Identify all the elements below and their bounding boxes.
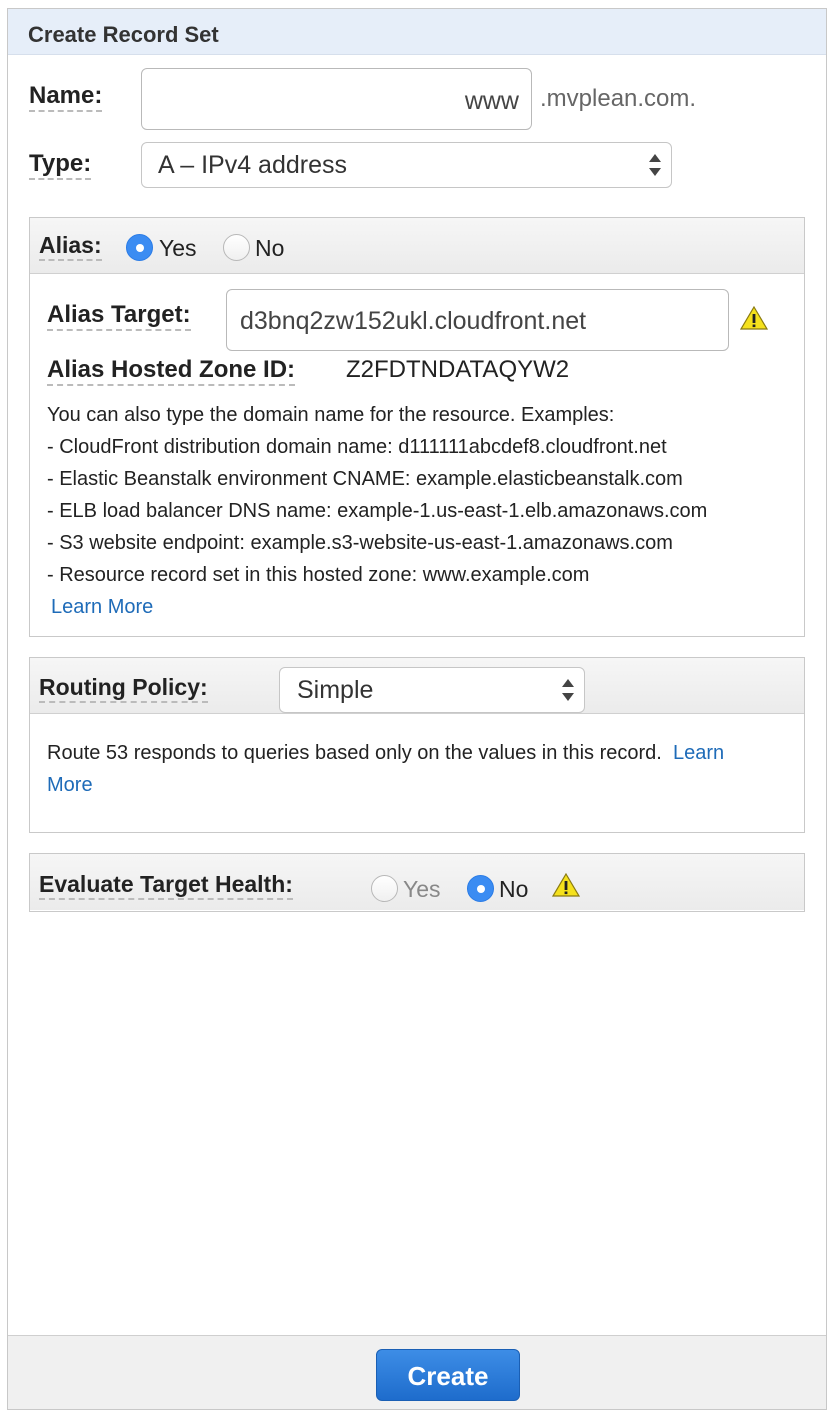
routing-policy-description: Route 53 responds to queries based only …: [47, 737, 797, 801]
health-yes-label[interactable]: Yes: [403, 876, 441, 903]
hosted-zone-value: Z2FDTNDATAQYW2: [346, 356, 570, 383]
alias-yes-radio[interactable]: [126, 234, 153, 261]
hosted-zone-label: Alias Hosted Zone ID:: [47, 357, 296, 386]
name-input[interactable]: www: [141, 68, 532, 130]
create-button[interactable]: Create: [376, 1349, 520, 1401]
routing-policy-select[interactable]: Simple: [279, 667, 585, 713]
routing-description-text: Route 53 responds to queries based only …: [47, 742, 662, 764]
alias-target-label: Alias Target:: [47, 302, 191, 331]
health-no-label[interactable]: No: [499, 876, 528, 903]
alias-yes-label[interactable]: Yes: [159, 235, 197, 262]
evaluate-health-header: Evaluate Target Health: Yes No: [30, 854, 804, 910]
routing-more-link[interactable]: More: [47, 774, 93, 796]
alias-help-intro: You can also type the domain name for th…: [47, 404, 615, 426]
routing-policy-label: Routing Policy:: [39, 674, 208, 703]
alias-no-radio[interactable]: [223, 234, 250, 261]
alias-example-item: - ELB load balancer DNS name: example-1.…: [47, 500, 708, 522]
routing-policy-header: Routing Policy: Simple: [30, 658, 804, 714]
routing-policy-value: Simple: [297, 676, 374, 704]
warning-icon: [740, 306, 768, 330]
alias-example-item: - Elastic Beanstalk environment CNAME: e…: [47, 468, 683, 490]
name-label: Name:: [29, 83, 103, 112]
alias-no-label[interactable]: No: [255, 235, 284, 262]
routing-policy-section: Routing Policy: Simple Route 53 responds…: [29, 657, 805, 833]
alias-help-text: You can also type the domain name for th…: [47, 399, 707, 623]
alias-learn-more-link[interactable]: Learn More: [51, 596, 153, 618]
alias-target-input[interactable]: d3bnq2zw152ukl.cloudfront.net: [226, 289, 729, 351]
select-arrows-icon: [562, 677, 574, 703]
footer-bar: Create: [8, 1335, 826, 1409]
warning-icon: [552, 873, 580, 897]
health-yes-radio[interactable]: [371, 875, 398, 902]
alias-example-item: - Resource record set in this hosted zon…: [47, 564, 590, 586]
alias-example-item: - CloudFront distribution domain name: d…: [47, 436, 667, 458]
create-record-set-panel: Create Record Set Name: www .mvplean.com…: [7, 8, 827, 1410]
alias-section: Alias: Yes No Alias Target: d3bnq2zw152u…: [29, 217, 805, 637]
alias-example-item: - S3 website endpoint: example.s3-websit…: [47, 532, 673, 554]
evaluate-health-label: Evaluate Target Health:: [39, 871, 293, 900]
alias-section-header: Alias: Yes No: [30, 218, 804, 274]
type-select-value: A – IPv4 address: [158, 151, 348, 179]
health-no-radio[interactable]: [467, 875, 494, 902]
evaluate-health-section: Evaluate Target Health: Yes No: [29, 853, 805, 912]
panel-title: Create Record Set: [8, 9, 826, 55]
type-select[interactable]: A – IPv4 address: [141, 142, 672, 188]
alias-label: Alias:: [39, 232, 102, 261]
domain-suffix: .mvplean.com.: [540, 85, 697, 112]
type-label: Type:: [29, 151, 92, 180]
select-arrows-icon: [649, 152, 661, 178]
routing-learn-link[interactable]: Learn: [673, 742, 724, 764]
